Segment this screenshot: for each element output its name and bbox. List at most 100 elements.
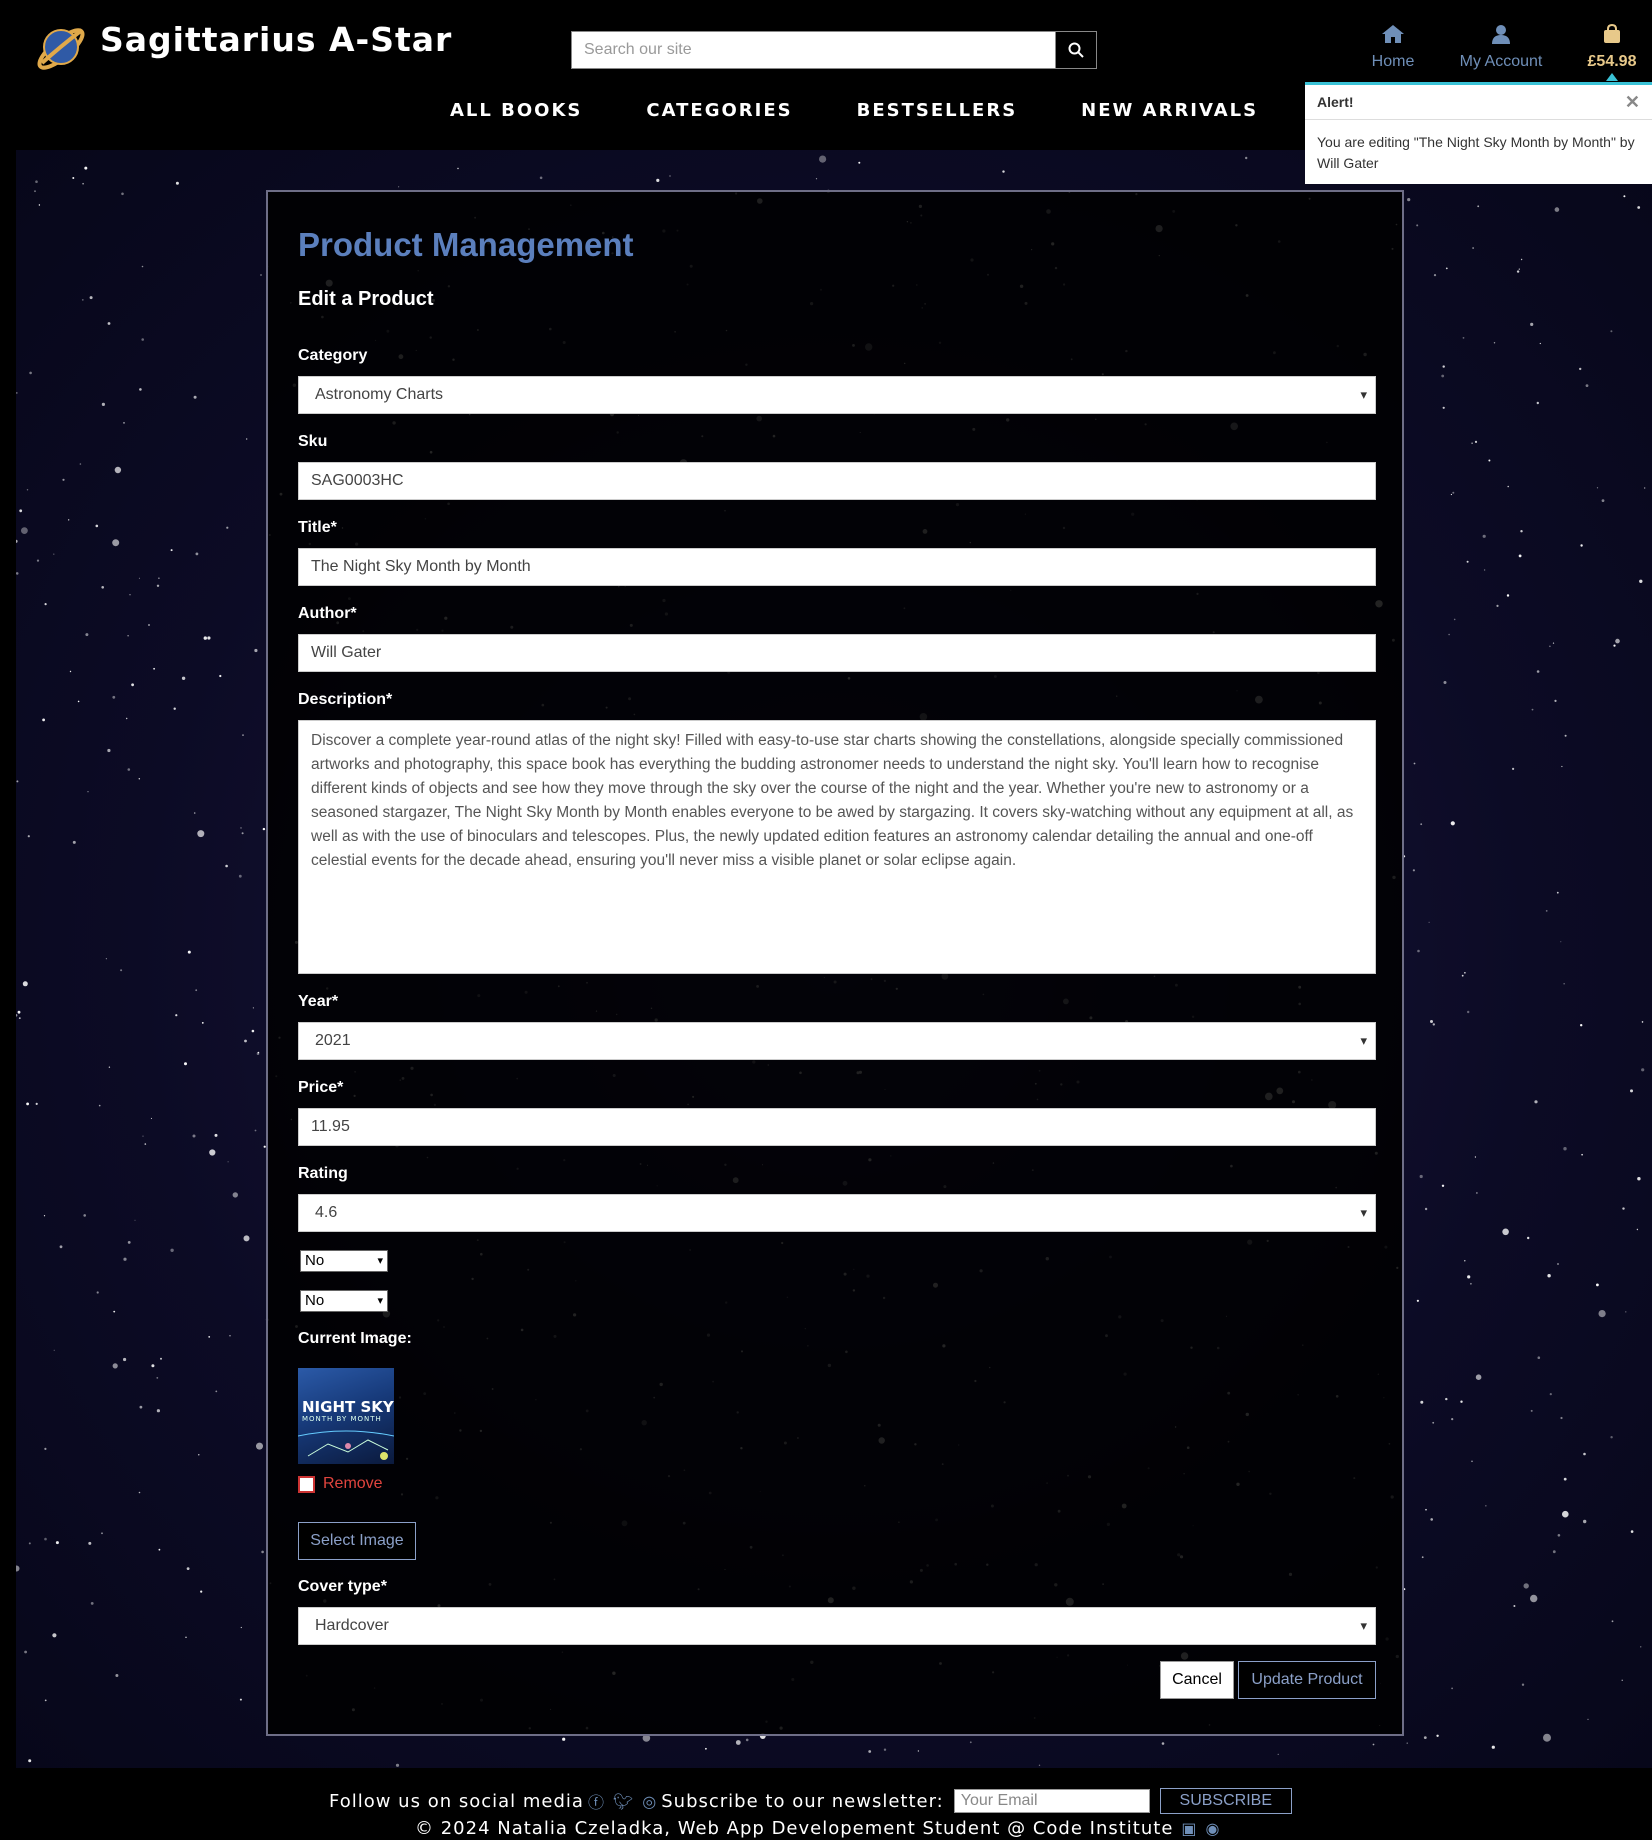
star — [1554, 207, 1560, 212]
star — [815, 178, 818, 180]
menu-new-arrivals[interactable]: NEW ARRIVALS — [1081, 100, 1258, 121]
star — [1450, 821, 1455, 826]
star — [225, 864, 228, 868]
star — [214, 1133, 218, 1137]
star — [917, 1750, 920, 1752]
search-input[interactable] — [572, 32, 1074, 68]
star — [209, 1149, 216, 1156]
sku-input[interactable]: SAG0003HC — [298, 462, 1376, 500]
star — [1623, 195, 1626, 198]
star — [1433, 274, 1437, 277]
star — [81, 299, 84, 301]
star — [1441, 1184, 1445, 1188]
star — [1506, 594, 1510, 597]
star — [539, 176, 543, 180]
flag-select-1[interactable]: No ▾ — [300, 1250, 388, 1272]
github-icon[interactable]: ◉ — [1206, 1819, 1221, 1838]
star — [150, 1117, 152, 1119]
star — [252, 1007, 254, 1009]
star — [1640, 1646, 1642, 1648]
current-image-label: Current Image: — [298, 1330, 412, 1347]
star — [1436, 1734, 1439, 1738]
star — [34, 190, 36, 193]
star — [112, 695, 116, 699]
star — [72, 840, 76, 844]
shopping-bag-link[interactable]: £54.98 — [1580, 23, 1644, 71]
star — [68, 519, 70, 521]
star — [156, 1409, 160, 1413]
star — [1636, 1228, 1639, 1231]
star — [16, 572, 19, 575]
star — [18, 1017, 21, 1019]
cover-type-select[interactable]: Hardcover ▾ — [298, 1607, 1376, 1645]
cancel-button[interactable]: Cancel — [1160, 1661, 1234, 1699]
star — [151, 1364, 155, 1368]
current-image-thumbnail[interactable]: NIGHT SKY MONTH BY MONTH — [298, 1368, 394, 1464]
star — [142, 1135, 144, 1137]
close-icon[interactable]: ✕ — [1625, 92, 1640, 113]
menu-bestsellers[interactable]: BESTSELLERS — [857, 100, 1018, 121]
star — [1527, 1236, 1530, 1240]
instagram-icon[interactable]: ◎ — [642, 1792, 657, 1811]
saturn-logo-icon[interactable] — [30, 16, 92, 78]
author-input[interactable]: Will Gater — [298, 634, 1376, 672]
star — [1518, 268, 1520, 270]
star — [53, 553, 55, 555]
star — [256, 1442, 263, 1450]
star — [59, 1245, 63, 1249]
star — [112, 539, 120, 547]
my-account-link[interactable]: My Account — [1450, 24, 1552, 71]
description-textarea[interactable]: Discover a complete year-round atlas of … — [298, 720, 1376, 974]
star — [127, 1241, 131, 1244]
footer-row-social: Follow us on social media ⓕ 🐦︎ ◎ Subscri… — [329, 1788, 1292, 1814]
select-image-button[interactable]: Select Image — [298, 1522, 416, 1560]
star — [139, 388, 142, 391]
star — [242, 734, 244, 736]
star — [1277, 1753, 1279, 1755]
star — [1625, 1311, 1627, 1313]
year-select[interactable]: 2021 ▾ — [298, 1022, 1376, 1060]
star — [123, 1357, 127, 1362]
star — [1554, 699, 1557, 703]
facebook-icon[interactable]: ⓕ — [588, 1789, 605, 1813]
star — [42, 718, 45, 722]
star — [1596, 487, 1599, 489]
alert-header: Alert! ✕ — [1305, 85, 1652, 120]
sku-value: SAG0003HC — [311, 472, 404, 489]
brand-name[interactable]: Sagittarius A-Star — [100, 20, 452, 59]
star — [254, 1129, 257, 1132]
menu-categories[interactable]: CATEGORIES — [646, 100, 792, 121]
title-input[interactable]: The Night Sky Month by Month — [298, 548, 1376, 586]
star — [44, 1699, 47, 1702]
star — [1557, 1534, 1561, 1537]
star — [735, 1740, 741, 1745]
star — [1562, 1510, 1569, 1518]
star — [819, 155, 827, 163]
price-input[interactable]: 11.95 — [298, 1108, 1376, 1146]
linkedin-icon[interactable]: ▣ — [1181, 1819, 1197, 1838]
remove-image-checkbox[interactable]: Remove — [298, 1475, 383, 1493]
update-product-button[interactable]: Update Product — [1238, 1661, 1376, 1699]
star — [1476, 1192, 1478, 1194]
star — [1630, 1530, 1634, 1533]
flag-select-2[interactable]: No ▾ — [300, 1290, 388, 1312]
title-label: Title* — [298, 519, 337, 536]
rating-select[interactable]: 4.6 ▾ — [298, 1194, 1376, 1232]
star — [36, 559, 40, 562]
newsletter-email-input[interactable]: Your Email — [953, 1789, 1150, 1813]
rating-value: 4.6 — [315, 1204, 338, 1221]
star — [240, 1626, 242, 1629]
category-select[interactable]: Astronomy Charts ▾ — [298, 376, 1376, 414]
star — [227, 1161, 229, 1163]
twitter-icon[interactable]: 🐦︎ — [613, 1792, 634, 1811]
menu-all-books[interactable]: ALL BOOKS — [450, 100, 582, 121]
star — [1461, 974, 1464, 977]
alert-message: You are editing "The Night Sky Month by … — [1317, 134, 1635, 171]
search-button[interactable] — [1055, 32, 1096, 68]
shopping-bag-icon — [1604, 23, 1620, 43]
home-link[interactable]: Home — [1368, 24, 1418, 71]
star — [1485, 1505, 1487, 1507]
chevron-down-icon: ▾ — [1360, 1033, 1367, 1048]
star — [1419, 1174, 1423, 1179]
subscribe-button[interactable]: SUBSCRIBE — [1159, 1788, 1292, 1814]
